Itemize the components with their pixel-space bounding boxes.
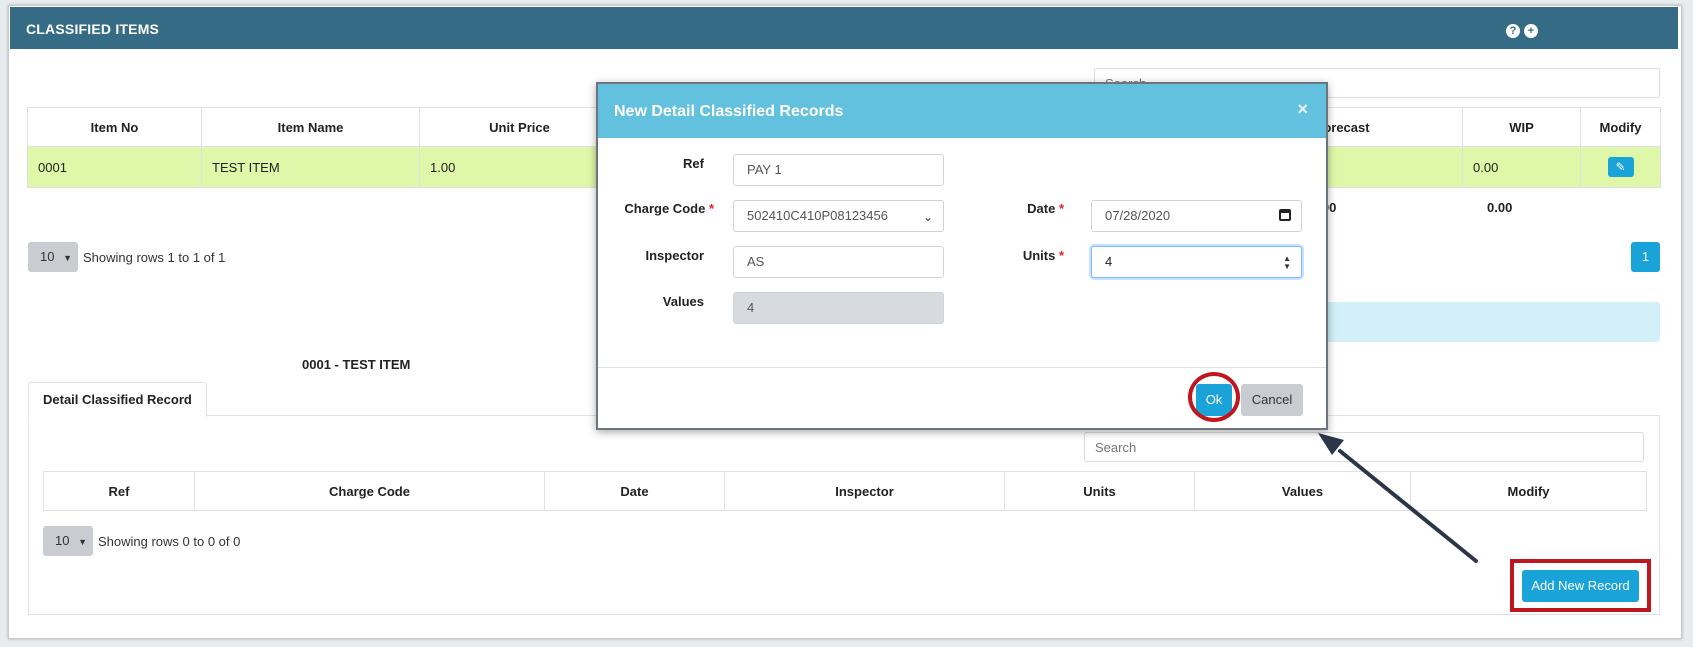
units-label: Units * [978,248,1064,263]
annotation-highlight-box [1510,559,1651,612]
col-detail-modify: Modify [1410,471,1647,511]
charge-code-select[interactable]: 502410C410P08123456 ⌄ [733,200,944,232]
units-value: 4 [1105,254,1113,269]
col-charge-code[interactable]: Charge Code [194,471,545,511]
date-input[interactable]: 07/28/2020 [1091,200,1302,232]
cell-modify: ✎ [1580,146,1661,188]
modal-title: New Detail Classified Records [614,103,844,120]
cell-wip: 0.00 [1462,146,1581,188]
charge-code-value: 502410C410P08123456 [747,208,888,223]
detail-page-size-value: 10 [55,533,70,548]
date-label-text: Date [1027,201,1056,216]
units-input[interactable]: 4 ▲ ▼ [1091,246,1302,278]
detail-records-table: Ref Charge Code Date Inspector Units Val… [43,471,1647,511]
rows-info: Showing rows 1 to 1 of 1 [83,250,226,265]
detail-page-size-dropdown[interactable]: 10 ▼ [43,526,93,556]
cell-item-no: 0001 [27,146,202,188]
date-value: 07/28/2020 [1105,208,1171,223]
ref-label-text: Ref [683,156,704,171]
col-modify: Modify [1580,107,1661,147]
inspector-input[interactable]: AS [733,246,944,278]
calendar-icon[interactable] [1279,209,1291,221]
modal-header: New Detail Classified Records × [598,84,1326,138]
cancel-button[interactable]: Cancel [1241,384,1303,416]
modal-divider [598,367,1326,368]
detail-header-row: Ref Charge Code Date Inspector Units Val… [43,471,1647,511]
values-label-text: Values [662,294,704,309]
col-item-name[interactable]: Item Name [201,107,420,147]
col-values[interactable]: Values [1194,471,1411,511]
charge-code-label: Charge Code * [608,201,714,216]
annotation-circle [1188,372,1240,422]
inspector-label-text: Inspector [645,248,704,263]
page-size-dropdown[interactable]: 10 ▼ [28,242,78,272]
tab-detail-classified-record[interactable]: Detail Classified Record [28,382,207,417]
values-label: Values [608,294,704,309]
col-inspector[interactable]: Inspector [724,471,1005,511]
cell-unit-price: 1.00 [419,146,620,188]
units-label-text: Units [1022,248,1056,263]
inspector-label: Inspector [608,248,704,263]
edit-icon[interactable]: ✎ [1607,157,1634,177]
detail-search-input[interactable] [1084,432,1644,462]
col-date[interactable]: Date [544,471,725,511]
col-wip[interactable]: WIP [1462,107,1581,147]
info-bar [1310,302,1660,342]
required-mark: * [708,201,714,216]
new-record-modal: New Detail Classified Records × Ref PAY … [596,82,1328,430]
page-button-1[interactable]: 1 [1631,242,1660,272]
values-input: 4 [733,292,944,324]
charge-code-label-text: Charge Code [624,201,706,216]
total-wip: 0.00 [1487,200,1513,215]
page-size-value: 10 [40,249,55,264]
close-icon[interactable]: × [1297,99,1308,120]
col-ref[interactable]: Ref [43,471,195,511]
detail-rows-info: Showing rows 0 to 0 of 0 [98,534,241,549]
panel-header: CLASSIFIED ITEMS ? + [10,7,1678,49]
chevron-down-icon: ▼ [78,537,88,547]
detail-heading: 0001 - TEST ITEM [302,357,411,372]
col-units[interactable]: Units [1004,471,1195,511]
help-icon[interactable]: ? [1506,24,1520,38]
chevron-down-icon: ⌄ [922,210,933,224]
ref-input[interactable]: PAY 1 [733,154,944,186]
spinner-icon[interactable]: ▲ ▼ [1283,255,1291,271]
chevron-down-icon: ▼ [63,253,73,263]
ref-label: Ref [608,156,704,171]
cell-item-name: TEST ITEM [201,146,420,188]
date-label: Date * [978,201,1064,216]
required-mark: * [1058,248,1064,263]
required-mark: * [1058,201,1064,216]
panel-title: CLASSIFIED ITEMS [26,21,160,37]
col-unit-price[interactable]: Unit Price [419,107,620,147]
add-circle-icon[interactable]: + [1524,24,1538,38]
col-item-no[interactable]: Item No [27,107,202,147]
